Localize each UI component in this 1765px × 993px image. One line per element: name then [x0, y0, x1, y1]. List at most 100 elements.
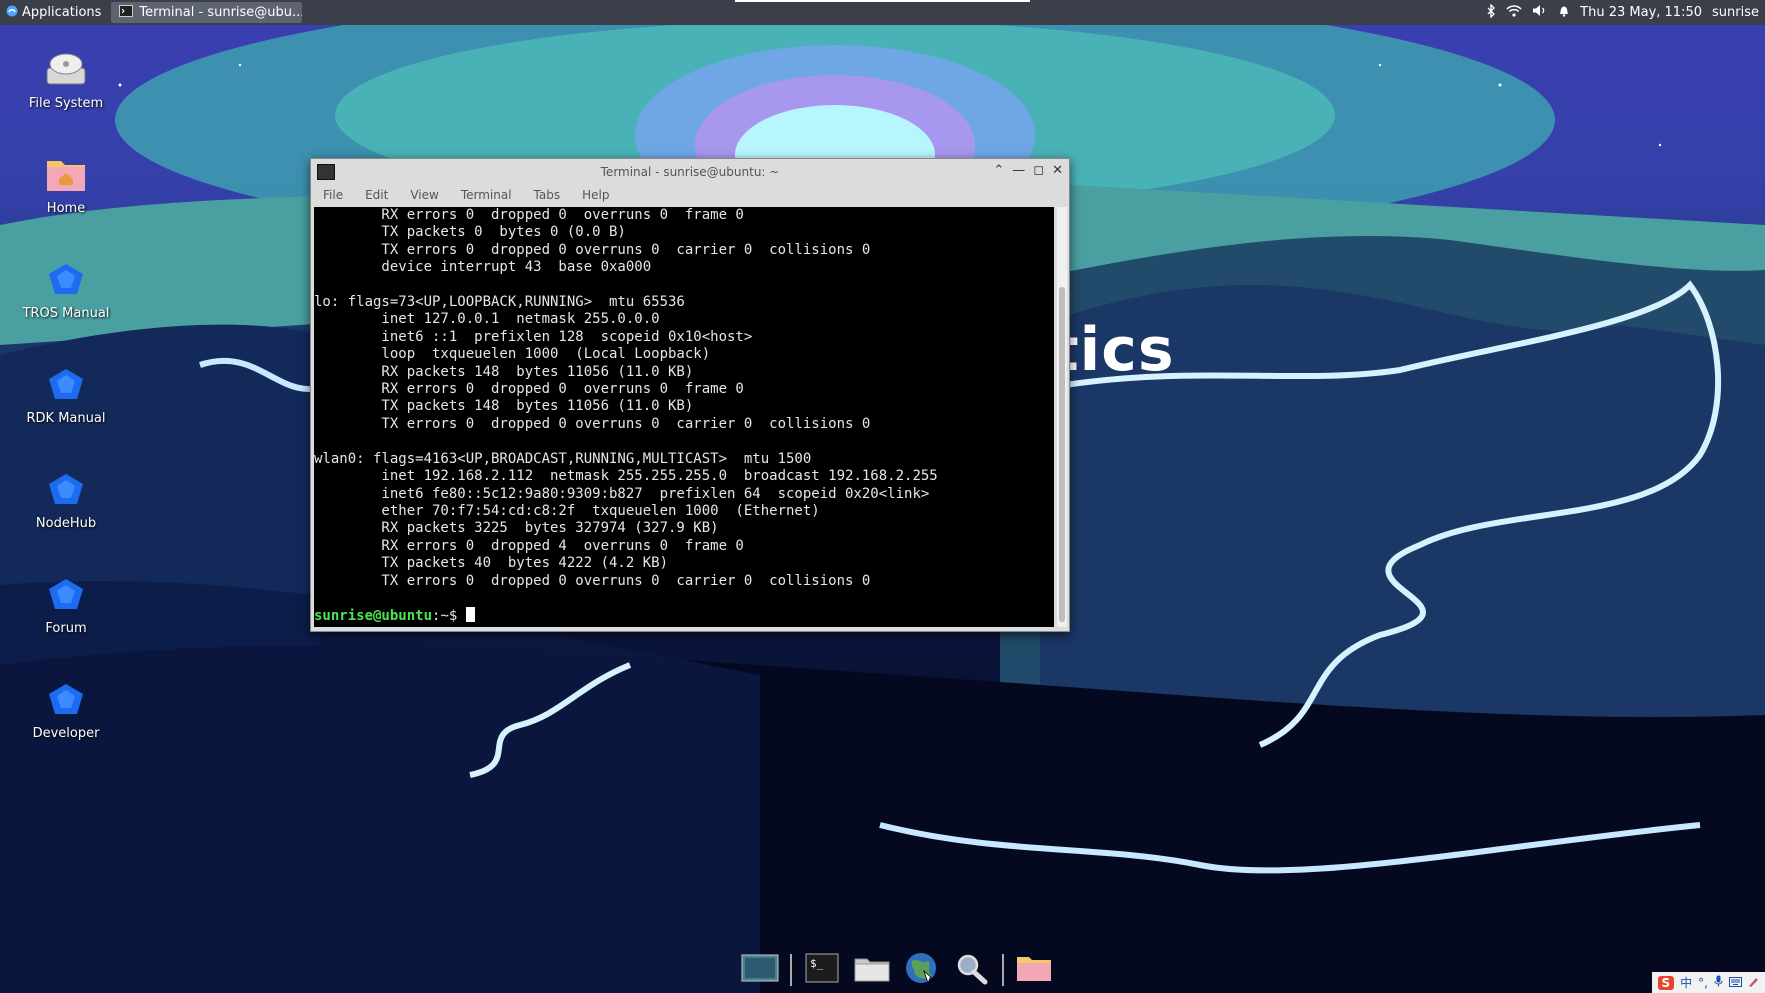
- web-browser-launcher[interactable]: [902, 953, 942, 987]
- top-panel: Applications Terminal - sunrise@ubu... T…: [0, 0, 1765, 25]
- window-controls: ⌃ — ◻ ✕: [993, 163, 1063, 178]
- terminal-menubar: File Edit View Terminal Tabs Help: [311, 185, 1069, 205]
- desktop-icon-rdk-manual[interactable]: RDK Manual: [11, 365, 121, 426]
- ime-mode-toggle[interactable]: 中: [1680, 974, 1692, 991]
- forum-icon: [43, 575, 89, 615]
- menu-tabs[interactable]: Tabs: [534, 188, 561, 202]
- desktop-icon-file-system[interactable]: File System: [11, 50, 121, 111]
- skin-icon[interactable]: [1748, 976, 1759, 990]
- text-cursor: [465, 607, 475, 623]
- terminal-line: TX errors 0 dropped 0 overruns 0 carrier…: [314, 572, 871, 589]
- terminal-line: inet 192.168.2.112 netmask 255.255.255.0…: [314, 468, 938, 485]
- desktop-icon-label: Developer: [32, 726, 100, 741]
- desktop-icon-label: TROS Manual: [22, 306, 110, 321]
- terminal-launcher[interactable]: $_: [802, 953, 842, 987]
- menu-terminal[interactable]: Terminal: [461, 188, 512, 202]
- desktop-icon-home[interactable]: Home: [11, 155, 121, 216]
- terminal-line: inet6 ::1 prefixlen 128 scopeid 0x10<hos…: [314, 328, 753, 345]
- terminal-line: inet 127.0.0.1 netmask 255.0.0.0: [314, 311, 660, 328]
- dock: $_: [740, 950, 1054, 990]
- punctuation-icon[interactable]: °,: [1698, 976, 1708, 990]
- maximize-button[interactable]: ◻: [1033, 163, 1044, 178]
- show-desktop-button[interactable]: [740, 953, 780, 987]
- keyboard-icon[interactable]: [1729, 976, 1742, 990]
- terminal-line: inet6 fe80::5c12:9a80:9309:b827 prefixle…: [314, 485, 930, 502]
- terminal-line: TX errors 0 dropped 0 overruns 0 carrier…: [314, 415, 871, 432]
- bluetooth-icon[interactable]: [1486, 2, 1496, 22]
- folder-icon: [1015, 953, 1053, 987]
- close-button[interactable]: ✕: [1052, 163, 1063, 178]
- notification-bell-icon[interactable]: [1558, 4, 1570, 21]
- desktop-icon-nodehub[interactable]: NodeHub: [11, 470, 121, 531]
- file-manager-icon: [853, 953, 891, 987]
- terminal-line: RX packets 148 bytes 11056 (11.0 KB): [314, 363, 694, 380]
- app-finder-icon: [954, 951, 990, 989]
- desktop-icon-label: Home: [46, 201, 86, 216]
- developer-icon: [43, 680, 89, 720]
- menu-view[interactable]: View: [410, 188, 438, 202]
- panel-highlight-bar: [735, 0, 1030, 2]
- terminal-line: RX errors 0 dropped 0 overruns 0 frame 0: [314, 381, 744, 398]
- svg-text:$_: $_: [810, 957, 824, 970]
- terminal-line: loop txqueuelen 1000 (Local Loopback): [314, 346, 711, 363]
- desktop-icon-label: Forum: [45, 621, 87, 636]
- taskbar-terminal-label: Terminal - sunrise@ubu...: [139, 5, 303, 20]
- terminal-line: TX packets 148 bytes 11056 (11.0 KB): [314, 398, 694, 415]
- terminal-line: lo: flags=73<UP,LOOPBACK,RUNNING> mtu 65…: [314, 294, 685, 311]
- terminal-scrollbar[interactable]: [1057, 207, 1067, 627]
- taskbar-terminal-button[interactable]: Terminal - sunrise@ubu...: [111, 2, 303, 23]
- drive-icon: [43, 50, 89, 90]
- nodehub-icon: [43, 470, 89, 510]
- terminal-line: wlan0: flags=4163<UP,BROADCAST,RUNNING,M…: [314, 450, 812, 467]
- terminal-text: RX errors 0 dropped 0 overruns 0 frame 0…: [314, 207, 1054, 626]
- terminal-line: RX errors 0 dropped 4 overruns 0 frame 0: [314, 537, 744, 554]
- desktop-icon-tros-manual[interactable]: TROS Manual: [11, 260, 121, 321]
- applications-menu[interactable]: Applications: [0, 0, 107, 25]
- rdk-manual-icon: [43, 365, 89, 405]
- dock-separator: [790, 954, 792, 986]
- scrollbar-thumb[interactable]: [1059, 287, 1065, 622]
- dock-separator: [1002, 954, 1004, 986]
- show-desktop-icon: [741, 953, 779, 987]
- terminal-icon: $_: [805, 953, 839, 987]
- app-finder-launcher[interactable]: [952, 953, 992, 987]
- terminal-title: Terminal - sunrise@ubuntu: ~: [600, 165, 780, 179]
- menu-file[interactable]: File: [323, 188, 343, 202]
- wifi-icon[interactable]: [1506, 4, 1522, 21]
- desktop-icon-developer[interactable]: Developer: [11, 680, 121, 741]
- desktop-icon-label: RDK Manual: [26, 411, 106, 426]
- microphone-icon[interactable]: [1714, 975, 1723, 990]
- prompt-path: :~$: [432, 608, 466, 625]
- menu-edit[interactable]: Edit: [365, 188, 388, 202]
- terminal-line: TX packets 0 bytes 0 (0.0 B): [314, 224, 626, 241]
- input-method-bar[interactable]: S 中 °,: [1651, 972, 1765, 993]
- terminal-window[interactable]: Terminal - sunrise@ubuntu: ~ ⌃ — ◻ ✕ Fil…: [310, 158, 1070, 632]
- desktop-icon-label: NodeHub: [35, 516, 97, 531]
- desktop-icon-forum[interactable]: Forum: [11, 575, 121, 636]
- prompt-user: sunrise@ubuntu: [314, 608, 433, 625]
- web-browser-icon: [904, 951, 940, 989]
- volume-icon[interactable]: [1532, 4, 1548, 21]
- applications-menu-label: Applications: [22, 5, 102, 20]
- shade-button[interactable]: ⌃: [993, 163, 1004, 178]
- terminal-line: TX errors 0 dropped 0 overruns 0 carrier…: [314, 241, 871, 258]
- sogou-logo[interactable]: S: [1657, 975, 1675, 990]
- file-manager-launcher[interactable]: [852, 953, 892, 987]
- folder-launcher[interactable]: [1014, 953, 1054, 987]
- minimize-button[interactable]: —: [1012, 163, 1025, 178]
- terminal-line: device interrupt 43 base 0xa000: [314, 259, 652, 276]
- terminal-line: ether 70:f7:54:cd:c8:2f txqueuelen 1000 …: [314, 502, 820, 519]
- terminal-output[interactable]: RX errors 0 dropped 0 overruns 0 frame 0…: [314, 207, 1054, 627]
- terminal-titlebar[interactable]: Terminal - sunrise@ubuntu: ~ ⌃ — ◻ ✕: [311, 159, 1069, 185]
- user-menu[interactable]: sunrise: [1712, 5, 1759, 20]
- applications-menu-icon: [6, 5, 18, 21]
- clock[interactable]: Thu 23 May, 11:50: [1580, 5, 1702, 20]
- menu-help[interactable]: Help: [582, 188, 609, 202]
- terminal-line: RX packets 3225 bytes 327974 (327.9 KB): [314, 520, 719, 537]
- tros-manual-icon: [43, 260, 89, 300]
- system-tray: Thu 23 May, 11:50 sunrise: [1486, 2, 1765, 22]
- desktop-icon-label: File System: [28, 96, 104, 111]
- terminal-line: TX packets 40 bytes 4222 (4.2 KB): [314, 555, 669, 572]
- terminal-task-icon: [119, 4, 134, 21]
- terminal-line: RX errors 0 dropped 0 overruns 0 frame 0: [314, 207, 744, 223]
